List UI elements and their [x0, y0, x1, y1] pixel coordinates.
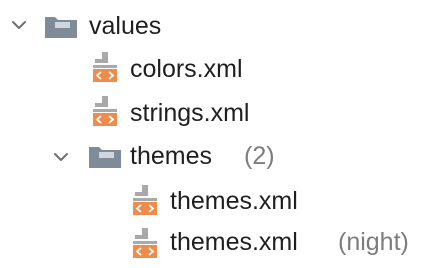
tree-item-strings-xml[interactable]: strings.xml — [0, 92, 428, 136]
tree-item-label: themes — [130, 142, 212, 170]
project-tree: values colors.xml strings.xml themes (2)… — [0, 0, 428, 258]
tree-item-themes-xml-night[interactable]: themes.xml (night) — [0, 224, 428, 268]
tree-item-themes-xml[interactable]: themes.xml — [0, 180, 428, 224]
tree-item-label: values — [89, 12, 162, 40]
tree-item-label: themes.xml — [170, 187, 298, 215]
tree-item-colors-xml[interactable]: colors.xml — [0, 48, 428, 92]
tree-item-label: strings.xml — [130, 99, 250, 127]
chevron-down-icon[interactable] — [52, 148, 70, 166]
tree-item-themes[interactable]: themes (2) — [0, 136, 428, 180]
folder-icon — [89, 147, 121, 168]
xml-file-icon — [93, 96, 117, 126]
folder-icon — [45, 17, 77, 38]
chevron-down-icon[interactable] — [10, 16, 28, 34]
tree-item-label: colors.xml — [130, 55, 243, 83]
xml-file-icon — [133, 185, 157, 215]
tree-item-values[interactable]: values — [0, 4, 428, 48]
tree-item-label: themes.xml — [170, 228, 298, 256]
xml-file-icon — [93, 52, 117, 82]
tree-item-count: (2) — [244, 142, 275, 170]
xml-file-icon — [133, 228, 157, 258]
tree-item-qualifier: (night) — [338, 228, 409, 256]
